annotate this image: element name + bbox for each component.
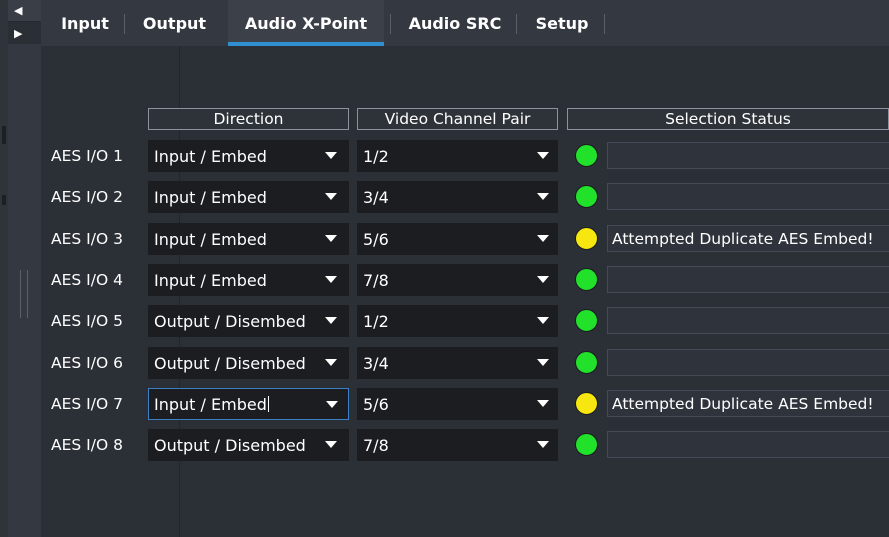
chevron-down-icon [325, 276, 337, 283]
tab-bar: Input Output Audio X-Point Audio SRC Set… [41, 0, 889, 47]
rail-mark [2, 195, 6, 205]
row-label: AES I/O 7 [51, 395, 123, 413]
green-status-led-icon [575, 185, 598, 208]
selection-status-field [607, 142, 889, 169]
tab-setup[interactable]: Setup [523, 0, 601, 46]
chevron-down-icon [325, 235, 337, 242]
direction-column-header: Direction [148, 108, 349, 130]
left-arrow-icon: ◀ [14, 4, 23, 17]
selection-status-field [607, 183, 889, 210]
channel-pair-value: 3/4 [363, 353, 389, 373]
tab-output[interactable]: Output [132, 0, 217, 46]
channel-pair-value: 1/2 [363, 311, 389, 331]
resize-grip[interactable] [20, 270, 28, 318]
green-status-led-icon [575, 351, 598, 374]
direction-value: Input / Embed [154, 187, 267, 207]
chevron-down-icon [537, 235, 549, 242]
channel-pair-value: 1/2 [363, 146, 389, 166]
scroll-right-button[interactable]: ▶ [8, 22, 41, 44]
tab-separator [124, 14, 125, 34]
channel-pair-value: 7/8 [363, 435, 389, 455]
chevron-down-icon [537, 359, 549, 366]
selection-status-field [607, 307, 889, 334]
video-channel-pair-dropdown[interactable]: 7/8 [357, 264, 558, 296]
chevron-down-icon [325, 441, 337, 448]
row-label: AES I/O 8 [51, 436, 123, 454]
row-label: AES I/O 5 [51, 312, 123, 330]
chevron-down-icon [325, 359, 337, 366]
direction-value: Output / Disembed [154, 311, 306, 331]
direction-value: Output / Disembed [154, 353, 306, 373]
selection-status-column-header: Selection Status [567, 108, 889, 130]
tab-separator [390, 14, 391, 34]
direction-value: Input / Embed [154, 394, 267, 414]
chevron-down-icon [537, 400, 549, 407]
video-channel-pair-dropdown[interactable]: 7/8 [357, 429, 558, 461]
side-navigation-strip: ◀ ▶ [8, 0, 42, 537]
video-channel-pair-dropdown[interactable]: 1/2 [357, 140, 558, 172]
direction-dropdown[interactable]: Output / Disembed [148, 347, 349, 379]
channel-pair-value: 7/8 [363, 270, 389, 290]
row-label: AES I/O 1 [51, 147, 123, 165]
green-status-led-icon [575, 144, 598, 167]
row-label: AES I/O 4 [51, 271, 123, 289]
yellow-status-led-icon [575, 392, 598, 415]
tab-separator [604, 14, 605, 34]
channel-pair-value: 5/6 [363, 394, 389, 414]
direction-dropdown[interactable]: Input / Embed [148, 223, 349, 255]
channel-pair-value: 3/4 [363, 187, 389, 207]
direction-value: Input / Embed [154, 270, 267, 290]
scroll-left-button[interactable]: ◀ [8, 0, 41, 22]
direction-value: Input / Embed [154, 146, 267, 166]
direction-dropdown[interactable]: Output / Disembed [148, 305, 349, 337]
chevron-down-icon [537, 317, 549, 324]
selection-status-field [607, 266, 889, 293]
direction-dropdown[interactable]: Output / Disembed [148, 429, 349, 461]
left-edge-rail [0, 0, 8, 537]
chevron-down-icon [325, 152, 337, 159]
rail-mark [2, 126, 6, 144]
direction-dropdown[interactable]: Input / Embed [148, 388, 349, 420]
row-label: AES I/O 3 [51, 230, 123, 248]
video-channel-pair-dropdown[interactable]: 5/6 [357, 223, 558, 255]
selection-status-field [607, 349, 889, 376]
text-cursor [267, 396, 269, 412]
tab-audio-x-point[interactable]: Audio X-Point [228, 0, 384, 46]
chevron-down-icon [325, 317, 337, 324]
chevron-down-icon [537, 441, 549, 448]
channel-pair-value: 5/6 [363, 229, 389, 249]
chevron-down-icon [537, 152, 549, 159]
chevron-down-icon [326, 401, 338, 408]
green-status-led-icon [575, 309, 598, 332]
direction-dropdown[interactable]: Input / Embed [148, 264, 349, 296]
selection-status-field: Attempted Duplicate AES Embed! [607, 390, 889, 417]
row-label: AES I/O 6 [51, 354, 123, 372]
green-status-led-icon [575, 268, 598, 291]
video-channel-pair-dropdown[interactable]: 5/6 [357, 388, 558, 420]
video-channel-pair-dropdown[interactable]: 3/4 [357, 181, 558, 213]
video-channel-pair-dropdown[interactable]: 3/4 [357, 347, 558, 379]
direction-dropdown[interactable]: Input / Embed [148, 140, 349, 172]
chevron-down-icon [537, 193, 549, 200]
video-channel-pair-column-header: Video Channel Pair [357, 108, 558, 130]
tab-separator [516, 14, 517, 34]
direction-value: Output / Disembed [154, 435, 306, 455]
video-channel-pair-dropdown[interactable]: 1/2 [357, 305, 558, 337]
selection-status-field: Attempted Duplicate AES Embed! [607, 225, 889, 252]
direction-value: Input / Embed [154, 229, 267, 249]
tab-input[interactable]: Input [47, 0, 123, 46]
green-status-led-icon [575, 433, 598, 456]
row-label: AES I/O 2 [51, 188, 123, 206]
yellow-status-led-icon [575, 227, 598, 250]
direction-dropdown[interactable]: Input / Embed [148, 181, 349, 213]
right-arrow-icon: ▶ [14, 26, 23, 40]
tab-audio-src[interactable]: Audio SRC [396, 0, 514, 46]
chevron-down-icon [325, 193, 337, 200]
chevron-down-icon [537, 276, 549, 283]
selection-status-field [607, 431, 889, 458]
